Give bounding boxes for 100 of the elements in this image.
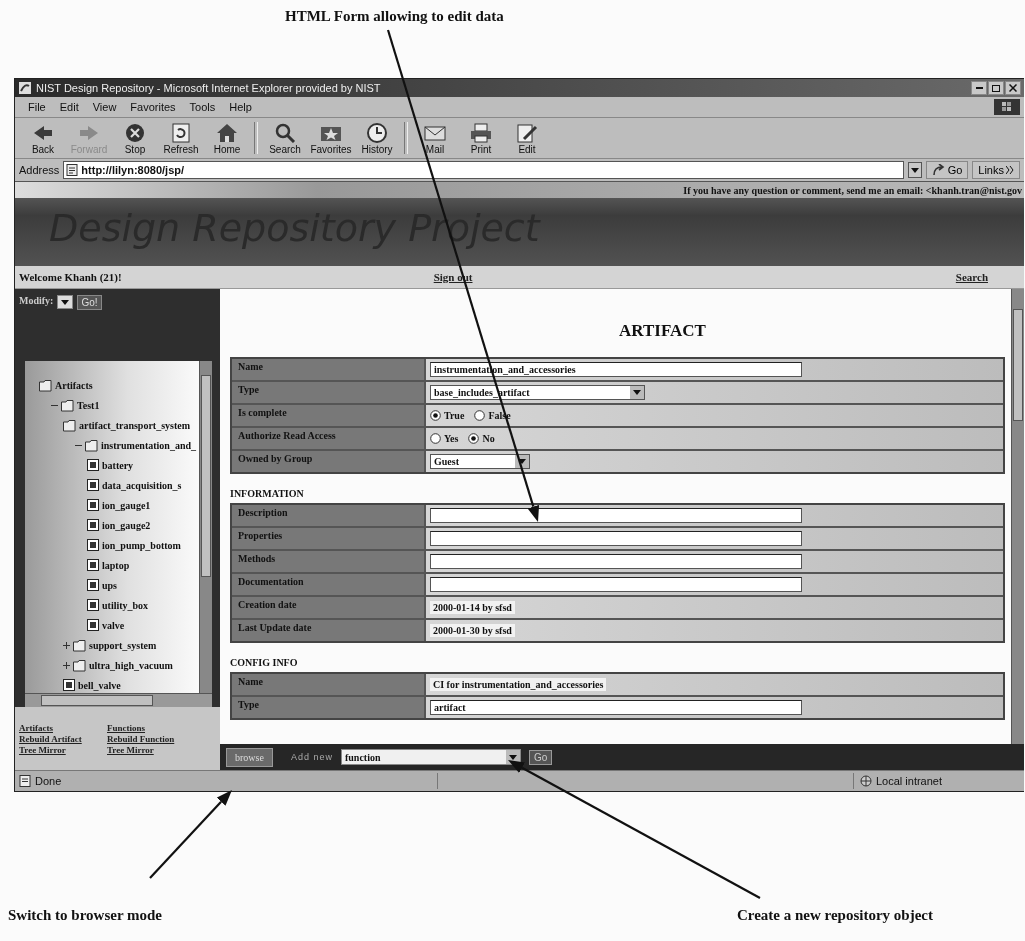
tree-item[interactable]: ion_gauge1 — [102, 499, 151, 511]
field-label: Name — [232, 674, 424, 695]
tree-item[interactable]: laptop — [102, 559, 130, 571]
maximize-button[interactable] — [988, 81, 1004, 95]
text-field[interactable] — [430, 577, 802, 592]
field-value: CI for instrumentation_and_accessories — [430, 678, 607, 691]
edit-button[interactable]: Edit — [505, 120, 549, 156]
field-label: Last Update date — [232, 620, 424, 641]
clock-icon — [364, 121, 390, 143]
tree-item[interactable]: bell_valve — [78, 679, 121, 691]
caret-icon — [61, 299, 70, 305]
sidebar-link[interactable]: Tree Mirror — [19, 744, 107, 755]
folder-icon — [61, 398, 74, 412]
document-icon — [87, 579, 99, 591]
windows-logo-icon — [994, 99, 1020, 115]
mode-select[interactable] — [57, 295, 74, 309]
document-icon — [87, 519, 99, 531]
tree-item[interactable]: ion_pump_bottom — [102, 539, 181, 551]
object-type-select[interactable]: function — [340, 749, 521, 765]
minimize-icon — [975, 87, 983, 89]
document-icon — [87, 559, 99, 571]
refresh-button[interactable]: Refresh — [159, 120, 203, 156]
expand-icon[interactable] — [63, 661, 70, 669]
tree-item[interactable]: data_acquisition_s — [102, 479, 182, 491]
tree-item[interactable]: support_system — [89, 639, 157, 651]
pencil-icon — [514, 121, 540, 143]
field-label: Owned by Group — [232, 451, 424, 472]
print-button[interactable]: Print — [459, 120, 503, 156]
radio-button[interactable] — [474, 410, 486, 421]
menu-item[interactable]: Favorites — [123, 100, 183, 114]
menu-item[interactable]: Tools — [182, 100, 223, 114]
folder-icon — [63, 418, 76, 432]
search-button[interactable]: Search — [263, 120, 307, 156]
sidebar-link[interactable]: Rebuild Artifact — [19, 733, 107, 744]
search-link[interactable]: Search — [955, 271, 988, 283]
links-button[interactable]: Links — [972, 161, 1020, 179]
sidebar-link[interactable]: Functions — [107, 722, 216, 733]
radio-button[interactable] — [468, 433, 480, 444]
text-field[interactable]: artifact — [430, 700, 802, 715]
history-button[interactable]: History — [355, 120, 399, 156]
radio-button[interactable] — [430, 410, 441, 421]
document-icon — [87, 539, 99, 551]
sidebar-link[interactable]: Tree Mirror — [107, 744, 216, 755]
text-field[interactable] — [430, 554, 802, 569]
browse-button[interactable]: browse — [226, 747, 273, 767]
tree-item[interactable]: Test1 — [77, 399, 100, 411]
document-icon — [87, 619, 99, 631]
annotation-label: Create a new repository object — [736, 907, 933, 924]
go-button[interactable]: Go — [925, 161, 969, 179]
caret-icon — [508, 754, 517, 760]
option-label: True — [444, 410, 465, 421]
field-label: Methods — [232, 551, 424, 572]
go-button[interactable]: Go — [528, 749, 553, 765]
field-value: 2000-01-30 by sfsd — [430, 624, 515, 637]
tree-item[interactable]: utility_box — [102, 599, 149, 611]
tree-item[interactable]: battery — [102, 459, 134, 471]
tree-item[interactable]: Artifacts — [55, 379, 93, 391]
back-button[interactable]: Back — [21, 120, 65, 156]
tree-item[interactable]: ultra_high_vacuum — [89, 659, 173, 671]
sidebar-link[interactable]: Rebuild Function — [107, 733, 216, 744]
select-field[interactable]: Guest — [430, 454, 530, 469]
document-icon — [63, 679, 75, 691]
address-label: Address — [19, 164, 60, 176]
field-label: Creation date — [232, 597, 424, 618]
tree-item[interactable]: instrumentation_and_ — [101, 439, 196, 451]
status-text: Done — [35, 775, 62, 787]
document-icon — [87, 459, 99, 471]
dropdown-button[interactable] — [907, 162, 922, 178]
tree-item[interactable]: valve — [102, 619, 125, 631]
go-button[interactable]: Go! — [77, 295, 102, 310]
welcome-text: Welcome Khanh (21)! — [19, 271, 122, 283]
address-field[interactable]: http://lilyn:8080/jsp/ — [63, 161, 904, 179]
folder-icon — [73, 638, 86, 652]
mail-button[interactable]: Mail — [413, 120, 457, 156]
document-icon — [87, 599, 99, 611]
menu-item[interactable]: Edit — [52, 100, 86, 114]
field-value: 2000-01-14 by sfsd — [430, 601, 515, 614]
sidebar-link[interactable]: Artifacts — [19, 722, 107, 733]
field-label: Documentation — [232, 574, 424, 595]
minimize-button[interactable] — [971, 81, 987, 95]
form-title: ARTIFACT — [618, 321, 707, 341]
home-button[interactable]: Home — [205, 120, 249, 156]
tree-item[interactable]: ion_gauge2 — [102, 519, 151, 531]
section-heading: INFORMATION — [230, 488, 305, 499]
radio-button[interactable] — [430, 433, 441, 444]
field-label: Authorize Read Access — [232, 428, 424, 449]
field-label: Type — [232, 697, 424, 718]
expand-icon[interactable] — [63, 641, 70, 649]
tree-item[interactable]: ups — [102, 579, 117, 591]
field-label: Properties — [232, 528, 424, 549]
menu-item[interactable]: View — [85, 100, 124, 114]
stop-button[interactable]: Stop — [113, 120, 157, 156]
page-icon — [19, 775, 31, 787]
favorites-button[interactable]: Favorites — [309, 120, 353, 156]
menu-item[interactable]: File — [21, 100, 53, 114]
tree-item[interactable]: artifact_transport_system — [79, 419, 191, 431]
menu-item[interactable]: Help — [222, 100, 259, 114]
text-field[interactable] — [430, 531, 802, 546]
close-button[interactable] — [1005, 81, 1021, 95]
text-field[interactable] — [430, 508, 802, 523]
